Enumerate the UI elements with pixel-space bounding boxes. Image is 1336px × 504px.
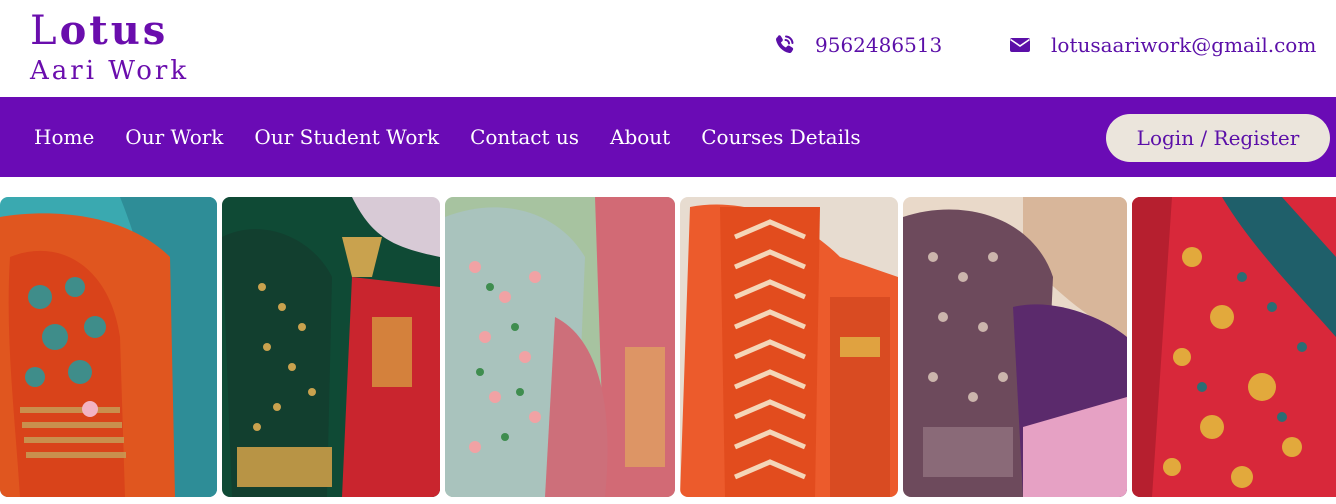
login-register-button[interactable]: Login / Register bbox=[1106, 114, 1330, 162]
envelope-icon bbox=[1010, 38, 1030, 52]
gallery-image-5[interactable] bbox=[903, 197, 1127, 497]
logo-name-rest: otus bbox=[59, 7, 169, 54]
gallery-image-6[interactable] bbox=[1132, 197, 1336, 497]
gallery-image-3[interactable] bbox=[445, 197, 675, 497]
phone-number: 9562486513 bbox=[815, 33, 943, 57]
gallery-image-4[interactable] bbox=[680, 197, 898, 497]
top-header: Lotus Aari Work 9562486513 lotusaariwork… bbox=[0, 0, 1336, 97]
logo-subtitle: Aari Work bbox=[30, 56, 190, 86]
email-contact[interactable]: lotusaariwork@gmail.com bbox=[1008, 33, 1316, 57]
logo[interactable]: Lotus Aari Work bbox=[30, 8, 189, 88]
phone-icon bbox=[776, 35, 794, 53]
nav-courses-details[interactable]: Courses Details bbox=[701, 125, 860, 149]
logo-title: Lotus bbox=[30, 7, 189, 55]
nav-about[interactable]: About bbox=[610, 125, 670, 149]
nav-our-work[interactable]: Our Work bbox=[125, 125, 223, 149]
nav-our-student-work[interactable]: Our Student Work bbox=[254, 125, 439, 149]
phone-contact[interactable]: 9562486513 bbox=[772, 33, 942, 57]
image-gallery bbox=[0, 197, 1336, 497]
nav-links: Home Our Work Our Student Work Contact u… bbox=[34, 97, 892, 177]
nav-contact-us[interactable]: Contact us bbox=[470, 125, 579, 149]
gallery-image-1[interactable] bbox=[0, 197, 217, 497]
email-address: lotusaariwork@gmail.com bbox=[1051, 33, 1317, 57]
logo-initial: L bbox=[30, 8, 60, 54]
nav-home[interactable]: Home bbox=[34, 125, 94, 149]
gallery-image-2[interactable] bbox=[222, 197, 440, 497]
main-navbar: Home Our Work Our Student Work Contact u… bbox=[0, 97, 1336, 177]
